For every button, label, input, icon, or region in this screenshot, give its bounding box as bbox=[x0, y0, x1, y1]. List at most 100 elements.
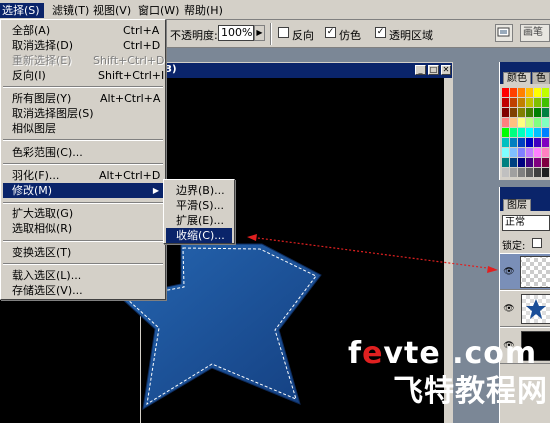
submenu-arrow-icon: ▶ bbox=[152, 186, 159, 195]
swatches-panel-header[interactable]: 颜色 色 bbox=[500, 62, 550, 84]
menu-divider bbox=[3, 202, 163, 204]
watermark-domain: fevte .com bbox=[348, 336, 538, 371]
menu-divider bbox=[3, 139, 163, 141]
menu-item-deselect[interactable]: 取消选择(D) Ctrl+D bbox=[3, 38, 163, 53]
swatch-cell[interactable] bbox=[502, 88, 509, 97]
menu-item-color-range[interactable]: 色彩范围(C)... bbox=[3, 145, 163, 160]
swatch-cell[interactable] bbox=[518, 128, 525, 137]
swatch-cell[interactable] bbox=[510, 138, 517, 147]
menu-item-deselect-layers[interactable]: 取消选择图层(S) bbox=[3, 106, 163, 121]
menu-item-all-layers[interactable]: 所有图层(Y) Alt+Ctrl+A bbox=[3, 91, 163, 106]
swatch-cell[interactable] bbox=[518, 108, 525, 117]
swatch-cell[interactable] bbox=[510, 98, 517, 107]
swatch-cell[interactable] bbox=[542, 168, 549, 177]
swatch-cell[interactable] bbox=[510, 168, 517, 177]
submenu-item-smooth[interactable]: 平滑(S)... bbox=[166, 198, 232, 213]
menu-item-modify[interactable]: 修改(M) ▶ bbox=[3, 183, 163, 198]
swatch-cell[interactable] bbox=[534, 108, 541, 117]
swatch-cell[interactable] bbox=[502, 168, 509, 177]
swatch-cell[interactable] bbox=[534, 168, 541, 177]
swatch-cell[interactable] bbox=[518, 118, 525, 127]
swatch-cell[interactable] bbox=[518, 138, 525, 147]
swatch-cell[interactable] bbox=[518, 98, 525, 107]
swatch-cell[interactable] bbox=[510, 88, 517, 97]
swatch-cell[interactable] bbox=[518, 148, 525, 157]
menu-item-similar[interactable]: 选取相似(R) bbox=[3, 221, 163, 236]
swatch-cell[interactable] bbox=[510, 108, 517, 117]
menu-item-select-all[interactable]: 全部(A) Ctrl+A bbox=[3, 23, 163, 38]
swatch-cell[interactable] bbox=[518, 168, 525, 177]
swatches-panel: 颜色 色 bbox=[499, 62, 550, 180]
swatch-cell[interactable] bbox=[542, 98, 549, 107]
submenu-item-border[interactable]: 边界(B)... bbox=[166, 183, 232, 198]
tab-layers[interactable]: 图层 bbox=[503, 199, 531, 211]
swatch-cell[interactable] bbox=[526, 98, 533, 107]
swatch-cell[interactable] bbox=[526, 128, 533, 137]
swatch-cell[interactable] bbox=[542, 158, 549, 167]
swatch-cell[interactable] bbox=[534, 118, 541, 127]
swatch-cell[interactable] bbox=[526, 148, 533, 157]
menu-item-grow[interactable]: 扩大选取(G) bbox=[3, 206, 163, 221]
menu-divider bbox=[3, 163, 163, 165]
swatch-cell[interactable] bbox=[502, 138, 509, 147]
swatch-cell[interactable] bbox=[502, 148, 509, 157]
eye-icon[interactable]: 👁 bbox=[502, 304, 516, 314]
swatch-cell[interactable] bbox=[542, 138, 549, 147]
layer-thumbnail bbox=[520, 256, 550, 288]
layer-row[interactable]: 👁 bbox=[500, 253, 550, 290]
tab-color[interactable]: 颜色 bbox=[503, 72, 531, 84]
tab-swatches[interactable]: 色 bbox=[532, 72, 550, 84]
swatch-cell[interactable] bbox=[502, 128, 509, 137]
star-thumbnail-icon bbox=[526, 299, 546, 319]
swatch-cell[interactable] bbox=[510, 158, 517, 167]
menu-item-similar-layers[interactable]: 相似图层 bbox=[3, 121, 163, 136]
swatch-cell[interactable] bbox=[526, 168, 533, 177]
submenu-item-expand[interactable]: 扩展(E)... bbox=[166, 213, 232, 228]
eye-icon[interactable]: 👁 bbox=[502, 267, 516, 277]
swatch-cell[interactable] bbox=[534, 158, 541, 167]
arrow-head-right bbox=[487, 266, 498, 273]
swatch-cell[interactable] bbox=[502, 158, 509, 167]
swatch-cell[interactable] bbox=[542, 88, 549, 97]
swatch-cell[interactable] bbox=[518, 88, 525, 97]
swatch-cell[interactable] bbox=[510, 118, 517, 127]
swatch-cell[interactable] bbox=[534, 138, 541, 147]
watermark-site-name: 飞特教程网 bbox=[393, 374, 548, 409]
swatch-cell[interactable] bbox=[534, 88, 541, 97]
swatch-cell[interactable] bbox=[534, 148, 541, 157]
menu-item-save-selection[interactable]: 存储选区(V)... bbox=[3, 283, 163, 298]
menu-divider bbox=[3, 263, 163, 265]
swatch-cell[interactable] bbox=[542, 108, 549, 117]
swatch-grid[interactable] bbox=[502, 88, 550, 178]
swatch-cell[interactable] bbox=[542, 128, 549, 137]
arrow-head-left bbox=[247, 234, 257, 241]
menu-item-inverse[interactable]: 反向(I) Shift+Ctrl+I bbox=[3, 68, 164, 83]
menu-item-load-selection[interactable]: 载入选区(L)... bbox=[3, 268, 163, 283]
swatch-cell[interactable] bbox=[510, 128, 517, 137]
swatch-cell[interactable] bbox=[534, 98, 541, 107]
swatch-cell[interactable] bbox=[526, 138, 533, 147]
swatch-cell[interactable] bbox=[542, 148, 549, 157]
swatch-cell[interactable] bbox=[526, 158, 533, 167]
submenu-item-contract[interactable]: 收缩(C)... bbox=[166, 228, 232, 243]
menu-item-feather[interactable]: 羽化(F)... Alt+Ctrl+D bbox=[3, 168, 163, 183]
swatch-cell[interactable] bbox=[518, 158, 525, 167]
lock-label: 锁定: bbox=[502, 241, 526, 252]
swatch-cell[interactable] bbox=[510, 148, 517, 157]
swatch-cell[interactable] bbox=[534, 128, 541, 137]
swatch-cell[interactable] bbox=[526, 88, 533, 97]
swatch-cell[interactable] bbox=[526, 118, 533, 127]
swatch-cell[interactable] bbox=[502, 98, 509, 107]
modify-submenu: 边界(B)... 平滑(S)... 扩展(E)... 收缩(C)... bbox=[163, 179, 235, 244]
layer-row[interactable]: 👁 bbox=[500, 290, 550, 327]
menu-item-transform-selection[interactable]: 变换选区(T) bbox=[3, 245, 163, 260]
swatch-cell[interactable] bbox=[502, 108, 509, 117]
swatch-cell[interactable] bbox=[502, 118, 509, 127]
lock-transparency-checkbox[interactable] bbox=[532, 238, 542, 248]
layers-panel-header[interactable]: 图层 bbox=[500, 187, 550, 211]
swatch-cell[interactable] bbox=[526, 108, 533, 117]
layer-thumbnail bbox=[521, 294, 550, 324]
menu-item-reselect[interactable]: 重新选择(E) Shift+Ctrl+D bbox=[3, 53, 164, 68]
blend-mode-select[interactable]: 正常 bbox=[502, 215, 550, 231]
swatch-cell[interactable] bbox=[542, 118, 549, 127]
